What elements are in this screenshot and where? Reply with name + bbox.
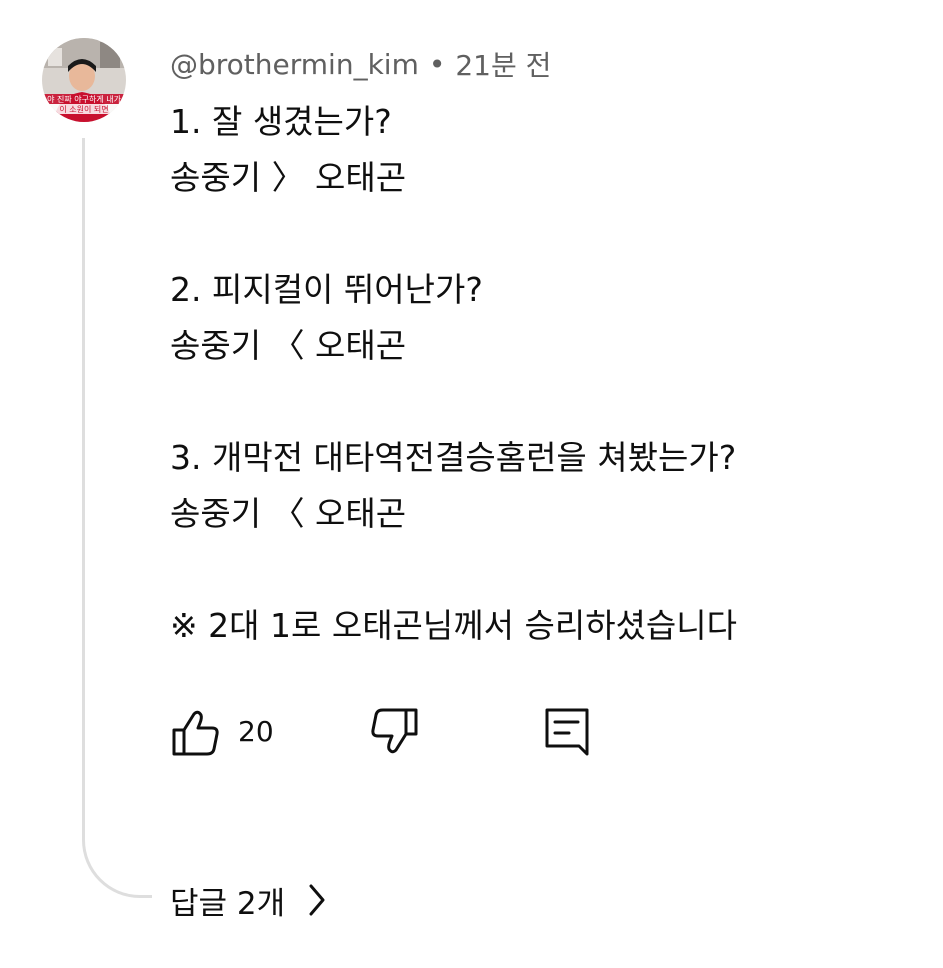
comment-header: @brothermin_kim • 21분 전 (170, 42, 551, 86)
author-handle[interactable]: @brothermin_kim (170, 48, 419, 81)
header-separator: • (428, 47, 446, 81)
like-button[interactable] (170, 706, 222, 758)
avatar-overlay-bottom: 이 소원이 되면 (59, 104, 108, 114)
comment-actions: 20 (170, 700, 630, 764)
like-count: 20 (238, 715, 274, 748)
comment-line-blank (170, 542, 910, 598)
avatar-image: 야 진짜 야구하게 내가 이 소원이 되면 (42, 38, 126, 122)
thread-line (82, 138, 152, 898)
reply-button[interactable] (542, 706, 594, 758)
comment-line: 2. 피지컬이 뛰어난가? (170, 270, 483, 309)
comment-line: 송중기 〉 오태곤 (170, 158, 407, 197)
view-replies-button[interactable]: 답글 2개 (170, 874, 331, 926)
thumbs-up-icon (172, 710, 219, 756)
comment-line: 1. 잘 생겼는가? (170, 102, 392, 141)
thumbs-down-icon (371, 708, 418, 754)
chevron-right-icon (309, 884, 325, 916)
comment-line: 송중기 〈 오태곤 (170, 494, 407, 533)
comment-text: 1. 잘 생겼는가? 송중기 〉 오태곤 2. 피지컬이 뛰어난가? 송중기 〈… (170, 94, 910, 654)
comment-line: 송중기 〈 오태곤 (170, 326, 407, 365)
avatar-overlay-top: 야 진짜 야구하게 내가 (47, 94, 122, 104)
comment-line: 3. 개막전 대타역전결승홈런을 쳐봤는가? (170, 438, 737, 477)
comment-line: ※ 2대 1로 오태곤님께서 승리하셨습니다 (170, 606, 738, 645)
avatar[interactable]: 야 진짜 야구하게 내가 이 소원이 되면 (42, 38, 126, 122)
comment-reply-icon (545, 708, 589, 756)
comment-timestamp[interactable]: 21분 전 (455, 44, 551, 84)
dislike-button[interactable] (368, 706, 420, 758)
comment-line-blank (170, 206, 910, 262)
comment-line-blank (170, 374, 910, 430)
replies-label: 답글 2개 (170, 885, 286, 922)
